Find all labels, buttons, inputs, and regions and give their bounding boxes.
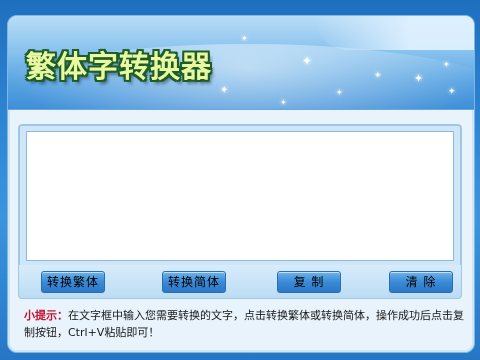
- sparkle-icon: ✦: [448, 86, 456, 96]
- convert-traditional-button[interactable]: 转换繁体: [41, 271, 105, 293]
- sparkle-icon: ✦: [302, 54, 313, 68]
- copy-button[interactable]: 复 制: [277, 271, 341, 293]
- header-banner: ✦ ✦ ✦ ✦ ✦ ✦ ✦ ✦ ✦ 繁体字转换器: [8, 16, 474, 110]
- app-window: ✦ ✦ ✦ ✦ ✦ ✦ ✦ ✦ ✦ 繁体字转换器 转换繁体 转换简体 复 制 清…: [0, 0, 480, 360]
- banner-highlight: [314, 16, 474, 50]
- tip-label: 小提示：: [24, 309, 68, 322]
- text-input[interactable]: [26, 131, 454, 261]
- clear-button[interactable]: 清 除: [389, 271, 453, 293]
- text-editor-frame: [18, 124, 462, 268]
- app-title: 繁体字转换器: [26, 50, 212, 85]
- sparkle-icon: ✦: [414, 73, 424, 85]
- main-panel: ✦ ✦ ✦ ✦ ✦ ✦ ✦ ✦ ✦ 繁体字转换器 转换繁体 转换简体 复 制 清…: [7, 15, 475, 353]
- sparkle-icon: ✦: [336, 88, 343, 97]
- sparkle-icon: ✦: [280, 98, 287, 107]
- button-bar: 转换繁体 转换简体 复 制 清 除: [18, 265, 462, 299]
- convert-simplified-button[interactable]: 转换简体: [162, 271, 226, 293]
- sparkle-icon: ✦: [374, 70, 382, 80]
- tip-body: 在文字框中输入您需要转换的文字，点击转换繁体或转换简体，操作成功后点击复制按钮，…: [24, 309, 464, 339]
- sparkle-icon: ✦: [241, 34, 248, 43]
- tip-text: 小提示：在文字框中输入您需要转换的文字，点击转换繁体或转换简体，操作成功后点击复…: [24, 307, 464, 341]
- sparkle-icon: ✦: [220, 85, 229, 96]
- sparkle-icon: ✦: [443, 60, 450, 69]
